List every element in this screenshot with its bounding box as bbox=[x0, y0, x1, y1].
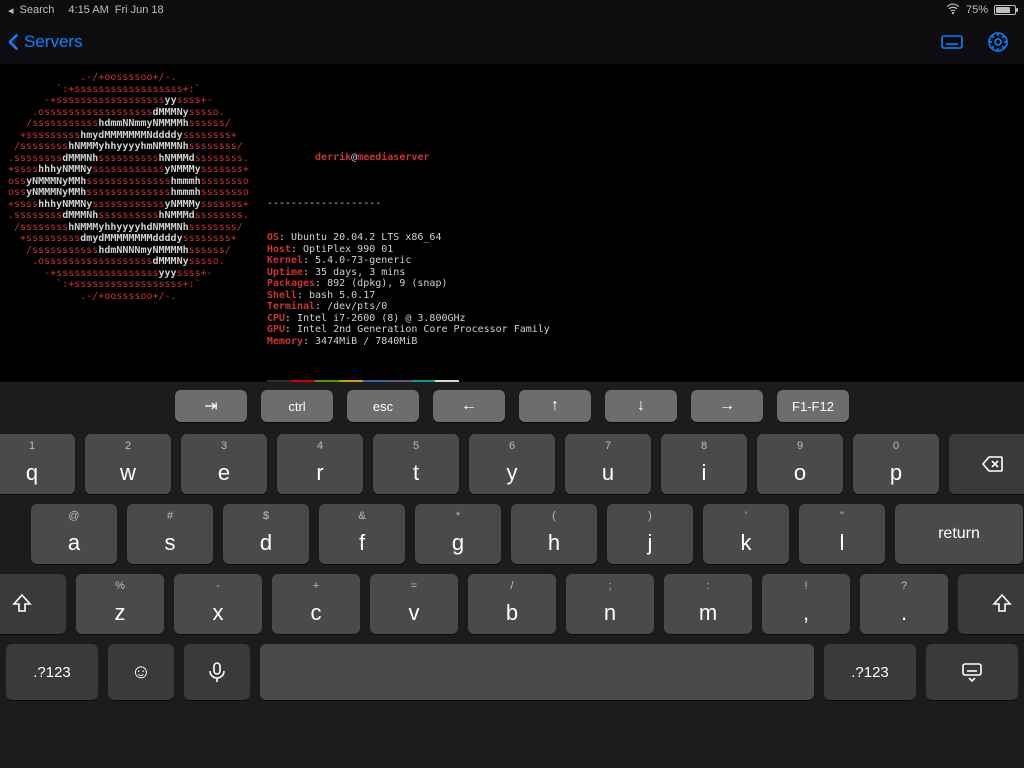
key-g[interactable]: *g bbox=[415, 504, 501, 564]
neofetch-divider: ------------------- bbox=[267, 198, 550, 210]
back-to-app-label[interactable]: Search bbox=[20, 4, 55, 16]
back-button[interactable]: Servers bbox=[4, 32, 83, 52]
key-q[interactable]: 1q bbox=[0, 434, 75, 494]
neofetch-line-terminal: Terminal: /dev/pts/0 bbox=[267, 301, 550, 313]
key-u[interactable]: 7u bbox=[565, 434, 651, 494]
key-space[interactable] bbox=[260, 644, 814, 700]
hide-keyboard-icon bbox=[960, 660, 984, 684]
neofetch-line-memory: Memory: 3474MiB / 7840MiB bbox=[267, 336, 550, 348]
neofetch-user-host: derrik@meediaserver bbox=[267, 140, 550, 175]
settings-button[interactable] bbox=[984, 28, 1012, 56]
status-left: ◂ Search 4:15 AM Fri Jun 18 bbox=[8, 4, 164, 17]
neofetch-info: derrik@meediaserver ------------------- … bbox=[249, 72, 550, 382]
key-s[interactable]: #s bbox=[127, 504, 213, 564]
key-j[interactable]: )j bbox=[607, 504, 693, 564]
shift-icon bbox=[990, 592, 1014, 616]
neofetch-hostname: meediaserver bbox=[357, 152, 429, 163]
status-bar: ◂ Search 4:15 AM Fri Jun 18 75% bbox=[0, 0, 1024, 20]
key-n[interactable]: ;n bbox=[566, 574, 654, 634]
key-special-→[interactable]: → bbox=[691, 390, 763, 422]
neofetch-line-uptime: Uptime: 35 days, 3 mins bbox=[267, 267, 550, 279]
key-v[interactable]: =v bbox=[370, 574, 458, 634]
neofetch-user: derrik bbox=[315, 152, 351, 163]
status-time: 4:15 AM bbox=[68, 4, 108, 16]
key-i[interactable]: 8i bbox=[661, 434, 747, 494]
key-special-←[interactable]: ← bbox=[433, 390, 505, 422]
key-special-⇥[interactable]: ⇥ bbox=[175, 390, 247, 422]
backspace-icon bbox=[980, 452, 1004, 476]
key-return[interactable]: return bbox=[895, 504, 1023, 564]
key-c[interactable]: +c bbox=[272, 574, 360, 634]
neofetch-line-shell: Shell: bash 5.0.17 bbox=[267, 290, 550, 302]
neofetch-line-os: OS: Ubuntu 20.04.2 LTS x86_64 bbox=[267, 232, 550, 244]
neofetch-line-host: Host: OptiPlex 990 01 bbox=[267, 244, 550, 256]
key-emoji[interactable]: ☺ bbox=[108, 644, 174, 700]
key-backspace[interactable] bbox=[949, 434, 1024, 494]
nav-bar: Servers bbox=[0, 20, 1024, 64]
key-b[interactable]: /b bbox=[468, 574, 556, 634]
battery-icon bbox=[994, 5, 1016, 15]
key-shift-right[interactable] bbox=[958, 574, 1024, 634]
neofetch-line-packages: Packages: 892 (dpkg), 9 (snap) bbox=[267, 278, 550, 290]
key-f[interactable]: &f bbox=[319, 504, 405, 564]
key-special-esc[interactable]: esc bbox=[347, 390, 419, 422]
neofetch-ascii-logo: .-/+oossssoo+/-. `:+ssssssssssssssssss+:… bbox=[0, 72, 249, 382]
onscreen-keyboard: ⇥ctrlesc←↑↓→F1-F12 1q2w3e4r5t6y7u8i9o0p … bbox=[0, 382, 1024, 768]
key-w[interactable]: 2w bbox=[85, 434, 171, 494]
key-m[interactable]: :m bbox=[664, 574, 752, 634]
key-t[interactable]: 5t bbox=[373, 434, 459, 494]
key-l[interactable]: "l bbox=[799, 504, 885, 564]
key-.[interactable]: ?. bbox=[860, 574, 948, 634]
key-r[interactable]: 4r bbox=[277, 434, 363, 494]
key-x[interactable]: -x bbox=[174, 574, 262, 634]
key-h[interactable]: (h bbox=[511, 504, 597, 564]
key-hide-keyboard[interactable] bbox=[926, 644, 1018, 700]
key-o[interactable]: 9o bbox=[757, 434, 843, 494]
key-special-↑[interactable]: ↑ bbox=[519, 390, 591, 422]
terminal-output[interactable]: .-/+oossssoo+/-. `:+ssssssssssssssssss+:… bbox=[0, 64, 1024, 382]
status-date: Fri Jun 18 bbox=[115, 4, 164, 16]
key-mode-switch[interactable]: .?123 bbox=[6, 644, 98, 700]
microphone-icon bbox=[205, 660, 229, 684]
key-k[interactable]: 'k bbox=[703, 504, 789, 564]
key-special-ctrl[interactable]: ctrl bbox=[261, 390, 333, 422]
battery-pct: 75% bbox=[966, 4, 988, 16]
emoji-icon: ☺ bbox=[131, 661, 151, 684]
key-,[interactable]: !, bbox=[762, 574, 850, 634]
neofetch-line-cpu: CPU: Intel i7-2600 (8) @ 3.800GHz bbox=[267, 313, 550, 325]
neofetch-line-gpu: GPU: Intel 2nd Generation Core Processor… bbox=[267, 324, 550, 336]
back-to-app-icon: ◂ bbox=[8, 4, 14, 17]
chevron-left-icon bbox=[4, 32, 24, 52]
key-p[interactable]: 0p bbox=[853, 434, 939, 494]
key-shift-left[interactable] bbox=[0, 574, 66, 634]
key-y[interactable]: 6y bbox=[469, 434, 555, 494]
keyboard-toggle-button[interactable] bbox=[938, 28, 966, 56]
key-special-F1-F12[interactable]: F1-F12 bbox=[777, 390, 849, 422]
key-a[interactable]: @a bbox=[31, 504, 117, 564]
key-z[interactable]: %z bbox=[76, 574, 164, 634]
key-mode-switch-right[interactable]: .?123 bbox=[824, 644, 916, 700]
key-d[interactable]: $d bbox=[223, 504, 309, 564]
wifi-icon bbox=[946, 2, 960, 19]
shift-icon bbox=[10, 592, 34, 616]
neofetch-line-kernel: Kernel: 5.4.0-73-generic bbox=[267, 255, 550, 267]
key-e[interactable]: 3e bbox=[181, 434, 267, 494]
key-special-↓[interactable]: ↓ bbox=[605, 390, 677, 422]
back-label: Servers bbox=[24, 32, 83, 52]
key-dictation[interactable] bbox=[184, 644, 250, 700]
status-right: 75% bbox=[946, 2, 1016, 19]
